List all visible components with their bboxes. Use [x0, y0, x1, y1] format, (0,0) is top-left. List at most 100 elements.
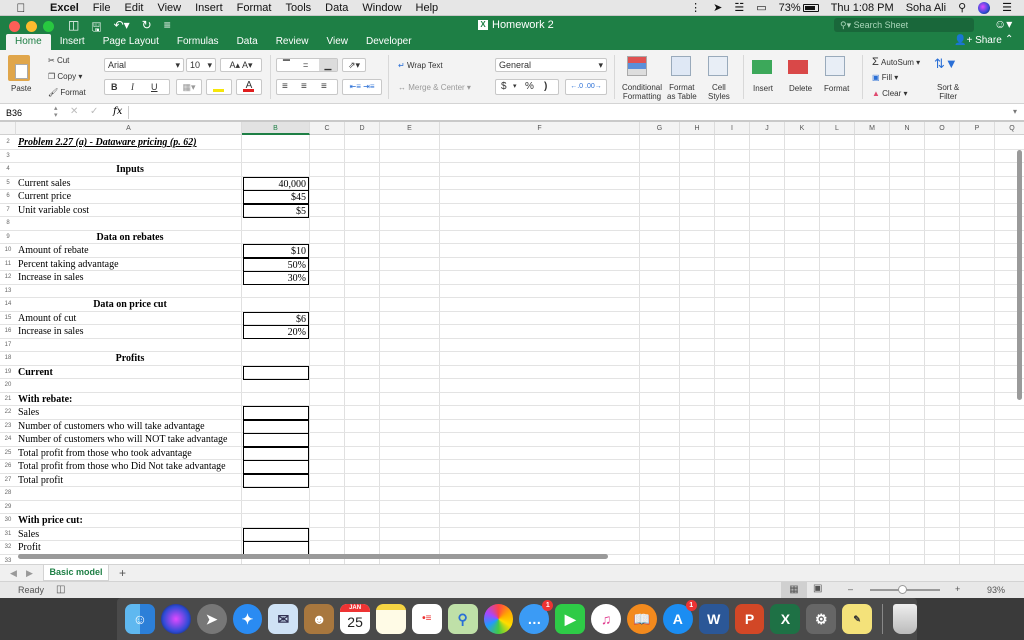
select-all-corner[interactable] — [0, 122, 16, 135]
name-box[interactable]: B36 — [6, 108, 22, 118]
dock-powerpoint[interactable]: P — [734, 604, 765, 634]
add-sheet-button[interactable]: + — [119, 566, 126, 580]
insert-cells-button[interactable]: Insert — [753, 84, 773, 93]
menu-window[interactable]: Window — [362, 2, 401, 14]
cell-b27[interactable] — [243, 473, 309, 488]
column-header-g[interactable]: G — [640, 122, 680, 135]
cell-a18[interactable]: Profits — [18, 352, 242, 365]
font-size-select[interactable]: 10 ▾ — [186, 58, 216, 72]
column-header-e[interactable]: E — [380, 122, 440, 135]
dock-excel[interactable]: X — [770, 604, 801, 634]
row-number[interactable]: 19 — [0, 369, 16, 375]
column-header-n[interactable]: N — [890, 122, 925, 135]
dock-notes[interactable] — [376, 604, 406, 634]
name-box-stepper[interactable]: ▴ ▾ — [54, 105, 58, 119]
cell-styles-button[interactable]: Cell Styles — [708, 83, 730, 101]
cell-b30[interactable] — [243, 514, 309, 528]
cell-b5[interactable]: 40,000 — [243, 176, 309, 191]
tab-data[interactable]: Data — [228, 34, 267, 50]
menu-help[interactable]: Help — [416, 2, 439, 14]
close-window-button[interactable] — [9, 21, 20, 32]
currency-dropdown[interactable]: ▾ — [513, 80, 517, 94]
row-number[interactable]: 23 — [0, 423, 16, 429]
dock-finder[interactable]: ☺ — [125, 604, 155, 634]
row-number[interactable]: 32 — [0, 544, 16, 550]
row-number[interactable]: 15 — [0, 315, 16, 321]
orientation-button[interactable]: ⇗▾ — [342, 58, 366, 72]
conditional-formatting-button[interactable]: Conditional Formatting — [622, 83, 662, 101]
align-bottom-button[interactable]: ▁ — [319, 59, 337, 71]
column-header-q[interactable]: Q — [995, 122, 1024, 135]
font-name-select[interactable]: Arial ▾ — [104, 58, 184, 72]
indent-group[interactable]: ⇤≡ ⇥≡ — [342, 79, 382, 95]
row-number[interactable]: 13 — [0, 288, 16, 294]
conditional-formatting-icon[interactable] — [627, 56, 647, 76]
row-number[interactable]: 7 — [0, 207, 16, 213]
cell-a32[interactable]: Profit — [18, 541, 41, 554]
cell-a21[interactable]: With rebate: — [18, 393, 72, 406]
tab-insert[interactable]: Insert — [51, 34, 94, 50]
row-number[interactable]: 33 — [0, 558, 16, 564]
cell-b7[interactable]: $5 — [243, 203, 309, 218]
paste-icon[interactable] — [8, 55, 30, 81]
cell-a14[interactable]: Data on price cut — [18, 298, 242, 311]
cell-b12[interactable]: 30% — [243, 271, 309, 285]
dock-stickies[interactable]: ✎ — [842, 604, 873, 634]
dock-ibooks[interactable]: 📖 — [627, 604, 657, 634]
font-color-button[interactable]: A — [236, 79, 262, 95]
page-layout-view-button[interactable]: ▣ — [813, 583, 822, 594]
dock-word[interactable]: W — [698, 604, 729, 634]
menu-tools[interactable]: Tools — [285, 2, 311, 14]
cell-b10[interactable]: $10 — [243, 244, 309, 258]
cell-b3[interactable] — [243, 150, 309, 164]
cancel-formula-icon[interactable]: ✕ — [70, 106, 78, 117]
column-header-m[interactable]: M — [855, 122, 890, 135]
align-top-button[interactable]: ▔ — [283, 59, 290, 71]
spreadsheet-grid[interactable]: ABCDEFGHIJKLMNOPQR 2Problem 2.27 (a) - D… — [0, 122, 1024, 564]
normal-view-button[interactable]: ▦ — [781, 582, 807, 598]
column-header-j[interactable]: J — [750, 122, 785, 135]
bold-button[interactable]: B — [111, 80, 118, 94]
sort-filter-button[interactable]: Sort & Filter — [937, 83, 959, 101]
zoom-level[interactable]: 93% — [987, 585, 1005, 595]
tab-view[interactable]: View — [317, 34, 357, 50]
menu-insert[interactable]: Insert — [195, 2, 223, 14]
cell-a12[interactable]: Increase in sales — [18, 271, 84, 284]
cell-a31[interactable]: Sales — [18, 528, 39, 541]
cell-a19[interactable]: Current — [18, 366, 53, 379]
row-number[interactable]: 21 — [0, 396, 16, 402]
comma-style-button[interactable]: ) — [544, 80, 547, 94]
row-number[interactable]: 26 — [0, 463, 16, 469]
menu-format[interactable]: Format — [237, 2, 272, 14]
sort-filter-icon[interactable]: ⇅▼ — [934, 56, 958, 72]
cell-a25[interactable]: Total profit from those who took advanta… — [18, 447, 192, 460]
row-number[interactable]: 18 — [0, 355, 16, 361]
column-header-l[interactable]: L — [820, 122, 855, 135]
notification-center-icon[interactable]: ☰ — [1002, 1, 1012, 14]
cell-a6[interactable]: Current price — [18, 190, 71, 203]
row-number[interactable]: 3 — [0, 153, 16, 159]
wifi-icon[interactable]: ☱ — [734, 1, 744, 14]
vertical-scrollbar[interactable] — [1017, 150, 1022, 400]
insert-function-icon[interactable]: fx — [113, 106, 122, 117]
copy-button[interactable]: ❐ Copy ▾ — [48, 72, 82, 81]
insert-cells-icon[interactable] — [752, 60, 772, 74]
tab-developer[interactable]: Developer — [357, 34, 421, 50]
merge-center-button[interactable]: ↔ Merge & Center ▾ — [398, 83, 471, 92]
feedback-smiley-icon[interactable]: ☺▾ — [994, 17, 1012, 31]
wrap-text-button[interactable]: ↵ Wrap Text — [398, 61, 443, 70]
cell-a11[interactable]: Percent taking advantage — [18, 258, 119, 271]
cell-b28[interactable] — [243, 487, 309, 501]
cell-b9[interactable] — [243, 231, 309, 245]
dock-mail[interactable]: ✉ — [268, 604, 299, 634]
dock-maps[interactable]: ⚲ — [447, 604, 478, 634]
zoom-in-button[interactable]: + — [955, 584, 960, 594]
cell-a4[interactable]: Inputs — [18, 163, 242, 176]
cell-b2[interactable] — [243, 136, 309, 150]
row-number[interactable]: 22 — [0, 409, 16, 415]
cell-b31[interactable] — [243, 527, 309, 542]
format-as-table-button[interactable]: Format as Table — [667, 83, 697, 101]
expand-formula-bar-icon[interactable]: ▾ — [1013, 107, 1017, 116]
column-header-h[interactable]: H — [680, 122, 715, 135]
zoom-window-button[interactable] — [43, 21, 54, 32]
